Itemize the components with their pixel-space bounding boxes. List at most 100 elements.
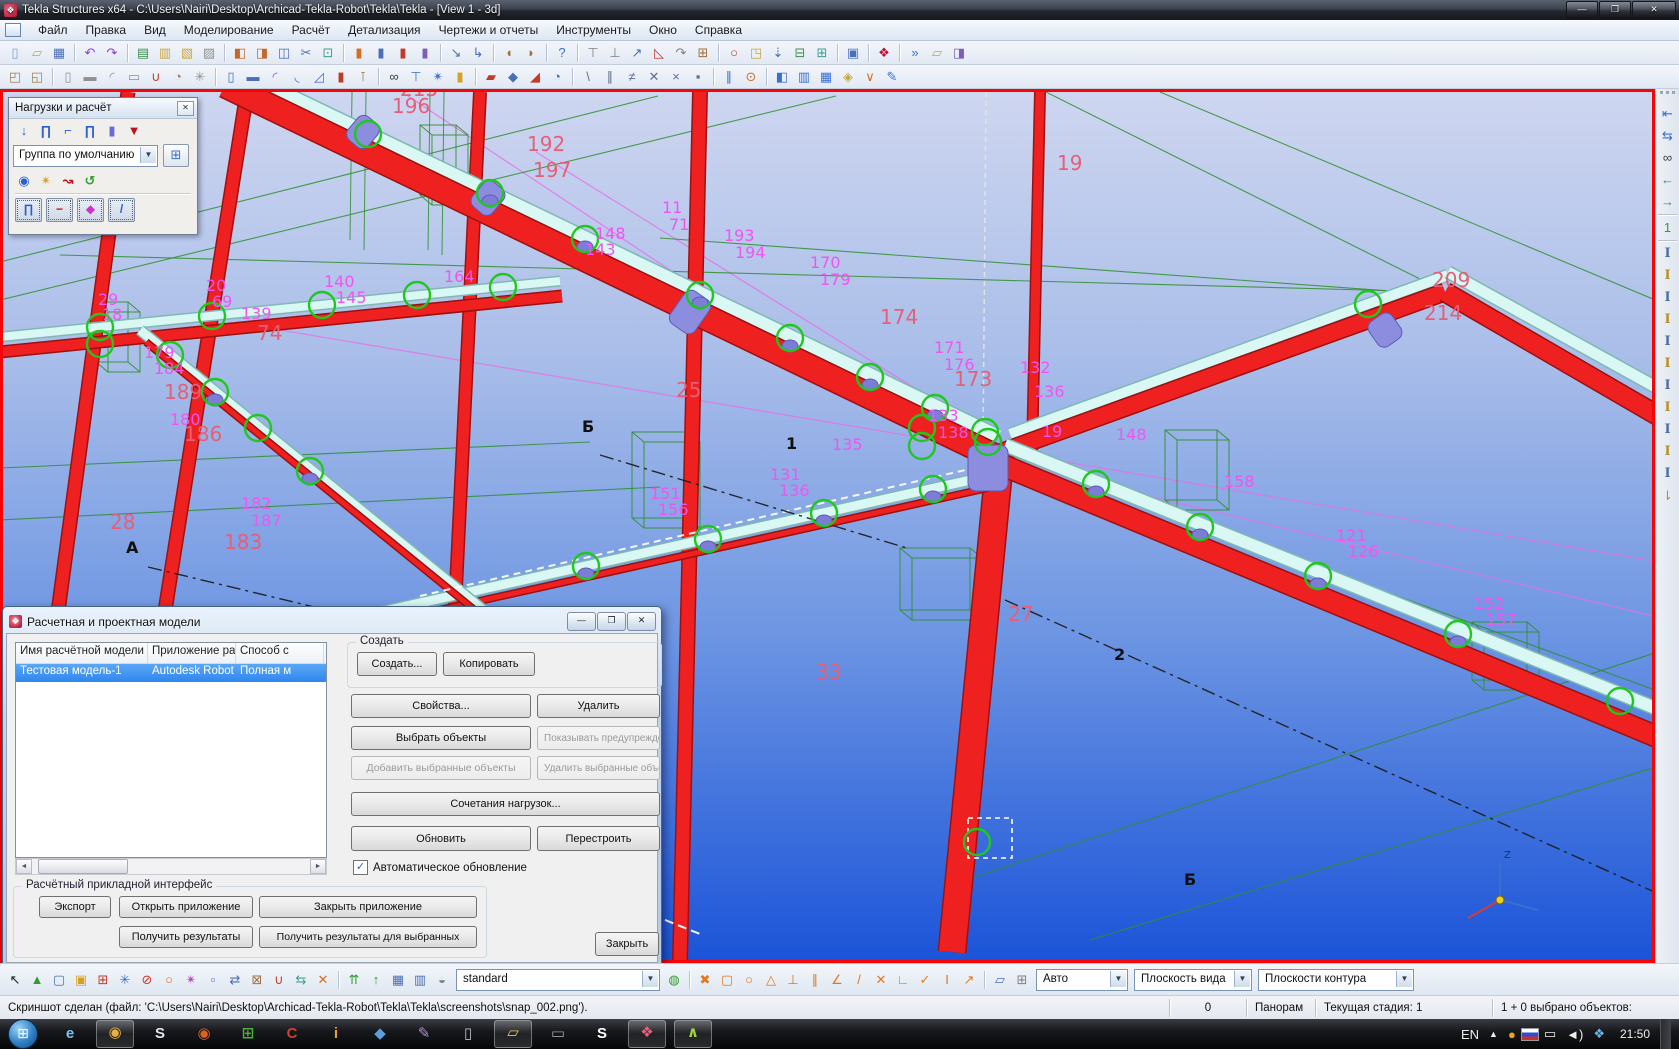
- vt-beam9-icon[interactable]: I: [1657, 419, 1679, 440]
- layers-icon[interactable]: ◳: [746, 43, 766, 63]
- line2-icon[interactable]: ∥: [600, 67, 620, 87]
- star-icon[interactable]: ✴: [428, 67, 448, 87]
- line5-icon[interactable]: ×: [666, 67, 686, 87]
- taskbar-ie-icon[interactable]: e: [52, 1021, 88, 1047]
- wind-load-icon[interactable]: ▮: [101, 121, 123, 140]
- vt-beam3-icon[interactable]: I: [1657, 287, 1679, 308]
- start-button[interactable]: ⊞: [8, 1019, 38, 1049]
- point-load-icon[interactable]: ↓: [13, 121, 35, 140]
- vt-beam4-icon[interactable]: I: [1657, 309, 1679, 330]
- point-icon[interactable]: ○: [724, 43, 744, 63]
- rotate-icon[interactable]: ◗: [521, 43, 541, 63]
- table1-icon[interactable]: ◧: [772, 67, 792, 87]
- chevron-down-icon[interactable]: ▼: [1234, 971, 1250, 987]
- snap-triangle-icon[interactable]: △: [761, 970, 781, 990]
- view-list-icon[interactable]: ◫: [274, 43, 294, 63]
- arc-icon[interactable]: ↷: [671, 43, 691, 63]
- select-swap-icon[interactable]: ⇆: [291, 970, 311, 990]
- toggle-members-icon[interactable]: /: [108, 198, 135, 222]
- vt-beam10-icon[interactable]: I: [1657, 441, 1679, 462]
- context-help-icon[interactable]: ?: [552, 43, 572, 63]
- select-grid-icon[interactable]: ⊞: [93, 970, 113, 990]
- chevron-down-icon[interactable]: ▼: [1110, 971, 1126, 987]
- cut-icon[interactable]: ✂: [296, 43, 316, 63]
- line-load-icon[interactable]: ∏: [35, 121, 57, 140]
- workplane-icon[interactable]: ⊤: [406, 67, 426, 87]
- copy-button[interactable]: Копировать: [443, 652, 535, 676]
- menu-item-analysis[interactable]: Расчёт: [283, 20, 340, 41]
- snap-x-icon[interactable]: ✖: [695, 970, 715, 990]
- dialog-close-icon[interactable]: ✕: [627, 612, 656, 631]
- update-button[interactable]: Обновить: [351, 826, 531, 851]
- clip-region-icon[interactable]: ⊡: [318, 43, 338, 63]
- rebuild-button[interactable]: Перестроить: [537, 826, 660, 851]
- table-column-header[interactable]: Способ с: [236, 643, 324, 663]
- vt-beam6-icon[interactable]: I: [1657, 353, 1679, 374]
- snap-angle-icon[interactable]: ∠: [827, 970, 847, 990]
- select-objects-button[interactable]: Выбрать объекты: [351, 726, 531, 750]
- door-blue-icon[interactable]: ▮: [371, 43, 391, 63]
- select-point-icon[interactable]: ✳: [115, 970, 135, 990]
- get-results-selected-button[interactable]: Получить результаты для выбранных: [259, 926, 477, 948]
- select-move-icon[interactable]: ⇄: [225, 970, 245, 990]
- persp-icon[interactable]: ▱: [990, 970, 1010, 990]
- new-view-icon[interactable]: ◧: [230, 43, 250, 63]
- load-group-combo[interactable]: Группа по умолчанию ▼: [13, 145, 158, 167]
- dropbox-tray-icon[interactable]: ❖: [1593, 1026, 1605, 1042]
- vt-prev-icon[interactable]: ←: [1657, 169, 1679, 190]
- vee-icon[interactable]: ∨: [860, 67, 880, 87]
- grid-blue2-icon[interactable]: ▥: [410, 970, 430, 990]
- snapshot-icon[interactable]: ◨: [949, 43, 969, 63]
- menu-item-drawings-reports[interactable]: Чертежи и отчеты: [430, 20, 548, 41]
- line1-icon[interactable]: \: [578, 67, 598, 87]
- beam-red-icon[interactable]: ▮: [331, 67, 351, 87]
- taskbar-archicad-icon[interactable]: ∧: [674, 1020, 712, 1048]
- taskbar-flame-icon[interactable]: ◉: [186, 1021, 222, 1047]
- vt-beam2-icon[interactable]: I: [1657, 265, 1679, 286]
- pen-red-icon[interactable]: ▰: [481, 67, 501, 87]
- line6-icon[interactable]: ▪: [688, 67, 708, 87]
- vt-pan-end-icon[interactable]: ⇤: [1657, 103, 1679, 124]
- taskbar-phone-icon[interactable]: ▯: [450, 1021, 486, 1047]
- bolt-icon[interactable]: ⇣: [768, 43, 788, 63]
- taskbar-red-c-icon[interactable]: C: [274, 1021, 310, 1047]
- taskbar-green-grid-icon[interactable]: ⊞: [230, 1021, 266, 1047]
- taskbar-folder-icon[interactable]: ▱: [494, 1020, 532, 1048]
- walk-icon[interactable]: ↳: [468, 43, 488, 63]
- maximize-button[interactable]: ❐: [1599, 1, 1631, 19]
- profile-plate-icon[interactable]: ▭: [124, 67, 144, 87]
- clock[interactable]: 21:50: [1620, 1027, 1650, 1041]
- grid-blue1-icon[interactable]: ▦: [388, 970, 408, 990]
- ortho-icon[interactable]: ⊞: [1012, 970, 1032, 990]
- table-row[interactable]: Тестовая модель-1Autodesk Robot ...Полна…: [16, 664, 326, 682]
- table-column-header[interactable]: Имя расчётной модели: [16, 643, 148, 663]
- analyze-icon[interactable]: ◉: [13, 171, 35, 190]
- diamond-icon[interactable]: ◈: [838, 67, 858, 87]
- weld-icon[interactable]: ∪: [146, 67, 166, 87]
- fetch-icon[interactable]: ▤: [133, 43, 153, 63]
- vt-move-icon[interactable]: ⇆: [1657, 125, 1679, 146]
- snap-perp-icon[interactable]: ⊥: [783, 970, 803, 990]
- snap-line-icon[interactable]: /: [849, 970, 869, 990]
- moment-load-icon[interactable]: ⌐: [57, 121, 79, 140]
- chevron-down-icon[interactable]: ▼: [140, 147, 156, 163]
- door-orange-icon[interactable]: ▮: [349, 43, 369, 63]
- taskbar-dropbox-icon[interactable]: ◆: [362, 1021, 398, 1047]
- menu-item-window[interactable]: Окно: [640, 20, 686, 41]
- export-button[interactable]: Экспорт: [39, 896, 111, 918]
- properties-button[interactable]: Свойства...: [351, 694, 531, 718]
- fly-icon[interactable]: ↘: [446, 43, 466, 63]
- edit-load-icon[interactable]: ✴: [35, 171, 57, 190]
- table-column-header[interactable]: Приложение рас...: [148, 643, 236, 663]
- measure-icon[interactable]: ↗: [627, 43, 647, 63]
- taskbar-skype-blue-icon[interactable]: S: [584, 1021, 620, 1047]
- open2-icon[interactable]: ▱: [927, 43, 947, 63]
- beam-flat-icon[interactable]: ▬: [243, 67, 263, 87]
- menu-item-file[interactable]: Файл: [29, 20, 77, 41]
- select-component-icon[interactable]: ▣: [71, 970, 91, 990]
- vt-binoculars-icon[interactable]: ∞: [1657, 147, 1679, 168]
- taskbar-info-icon[interactable]: i: [318, 1021, 354, 1047]
- line3-icon[interactable]: ≠: [622, 67, 642, 87]
- taskbar-skype-dark-icon[interactable]: S: [142, 1021, 178, 1047]
- taskbar-device-icon[interactable]: ▭: [540, 1021, 576, 1047]
